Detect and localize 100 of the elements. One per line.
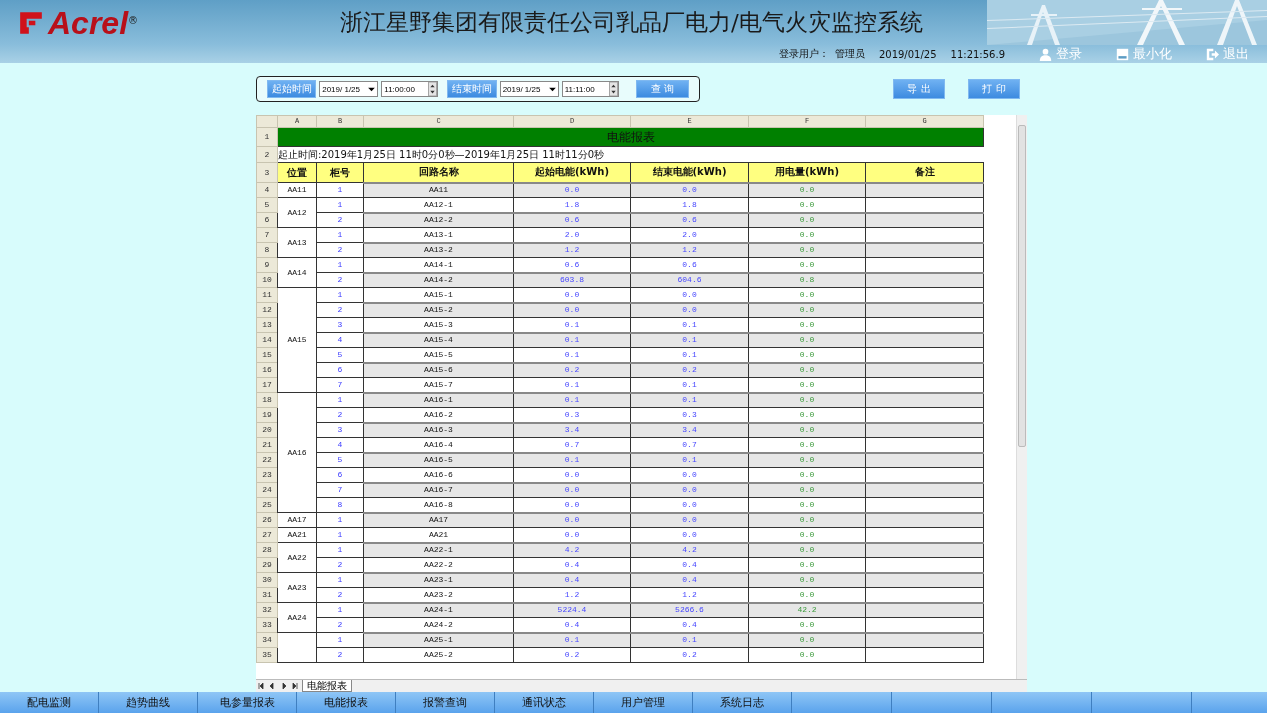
table-cell: 5266.6 bbox=[630, 602, 749, 618]
table-cell: AA22-1 bbox=[363, 542, 514, 558]
table-cell: 0.0 bbox=[748, 632, 866, 648]
corner-cell[interactable] bbox=[256, 115, 278, 128]
table-cell: 0.1 bbox=[630, 452, 749, 468]
table-cell: AA16-5 bbox=[363, 452, 514, 468]
nav-tab[interactable]: 系统日志 bbox=[693, 692, 792, 713]
nav-tab[interactable]: 用户管理 bbox=[594, 692, 693, 713]
table-cell: 0.6 bbox=[513, 212, 631, 228]
time-field[interactable]: 11:00:00 bbox=[381, 81, 439, 97]
table-cell: 0.1 bbox=[630, 332, 749, 348]
table-cell: AA15 bbox=[277, 287, 317, 393]
table-cell: AA24-1 bbox=[363, 602, 514, 618]
table-cell: 0.0 bbox=[513, 182, 631, 198]
table-cell: 0.2 bbox=[513, 362, 631, 378]
table-cell: 0.1 bbox=[630, 632, 749, 648]
table-cell: 0.0 bbox=[748, 392, 866, 408]
table-cell: AA22 bbox=[277, 542, 317, 573]
time-text: 11:21:56.9 bbox=[950, 48, 1005, 60]
table-cell: 0.1 bbox=[630, 392, 749, 408]
table-cell: AA14 bbox=[277, 257, 317, 288]
nav-tab[interactable]: 通讯状态 bbox=[495, 692, 594, 713]
time-field[interactable]: 11:11:00 bbox=[561, 81, 619, 97]
row-number: 3 bbox=[256, 162, 278, 183]
table-cell: 0.1 bbox=[513, 332, 631, 348]
period-text: 起止时间:2019年1月25日 11时0分0秒—2019年1月25日 11时11分0秒 bbox=[277, 146, 984, 163]
table-cell: 0.8 bbox=[748, 272, 866, 288]
table-cell: 603.8 bbox=[513, 272, 631, 288]
table-cell: AA23 bbox=[277, 572, 317, 603]
table-cell: AA16 bbox=[277, 392, 317, 513]
table-cell: 1.2 bbox=[513, 242, 631, 258]
sheet-navigation-icon bbox=[258, 682, 298, 690]
table-cell: 0.1 bbox=[513, 632, 631, 648]
logo-icon bbox=[18, 9, 44, 36]
table-cell: 0.6 bbox=[630, 212, 749, 228]
caret-icon bbox=[368, 86, 376, 92]
date-dropdown[interactable]: 2019/ 1/25 bbox=[319, 81, 379, 97]
table-cell: 0.0 bbox=[748, 572, 866, 588]
person-icon bbox=[1039, 47, 1052, 61]
system-title: 浙江星野集团有限责任公司乳品厂电力/电气火灾监控系统 bbox=[340, 8, 923, 37]
table-cell: 0.0 bbox=[630, 302, 749, 318]
table-cell: AA16-7 bbox=[363, 482, 514, 498]
table-cell: 42.2 bbox=[748, 602, 866, 618]
table-cell: AA17 bbox=[363, 512, 514, 528]
table-cell: 0.0 bbox=[748, 212, 866, 228]
table-cell: AA24 bbox=[277, 602, 317, 633]
user-name: 管理员 bbox=[834, 47, 865, 61]
table-cell: 3.4 bbox=[630, 422, 749, 438]
spinner-icon bbox=[428, 82, 438, 96]
registered-mark: ® bbox=[128, 14, 139, 26]
table-cell: 0.0 bbox=[748, 332, 866, 348]
table-cell: 0.0 bbox=[748, 452, 866, 468]
table-cell: AA15-4 bbox=[363, 332, 514, 348]
table-cell: 0.1 bbox=[513, 392, 631, 408]
caret-icon bbox=[548, 86, 556, 92]
table-cell: AA13-2 bbox=[363, 242, 514, 258]
table-cell: AA15-2 bbox=[363, 302, 514, 318]
table-cell: 0.0 bbox=[748, 512, 866, 528]
table-cell: 0.0 bbox=[748, 362, 866, 378]
table-cell: 0.0 bbox=[513, 302, 631, 318]
sheet-tab[interactable]: 电能报表 bbox=[302, 680, 352, 692]
table-cell: 604.6 bbox=[630, 272, 749, 288]
table-cell: 0.0 bbox=[513, 512, 631, 528]
table-cell: 0.4 bbox=[513, 572, 631, 588]
table-cell: 4.2 bbox=[630, 542, 749, 558]
table-cell: 0.0 bbox=[630, 482, 749, 498]
table-cell: 0.0 bbox=[748, 242, 866, 258]
table-cell: 0.0 bbox=[630, 182, 749, 198]
table-cell: 3.4 bbox=[513, 422, 631, 438]
table-cell: AA14-2 bbox=[363, 272, 514, 288]
table-cell: 0.0 bbox=[748, 542, 866, 558]
table-cell: AA11 bbox=[363, 182, 514, 198]
exit-icon bbox=[1206, 47, 1219, 61]
table-cell: 5224.4 bbox=[513, 602, 631, 618]
date-text: 2019/01/25 bbox=[878, 48, 937, 60]
logo-text: Acrel bbox=[48, 6, 129, 39]
table-cell: AA23-1 bbox=[363, 572, 514, 588]
table-cell: AA12-2 bbox=[363, 212, 514, 228]
table-cell: AA16-3 bbox=[363, 422, 514, 438]
table-cell: 0.0 bbox=[513, 482, 631, 498]
table-cell: AA25-1 bbox=[363, 632, 514, 648]
nav-tab[interactable]: 电参量报表 bbox=[198, 692, 297, 713]
table-cell: 0.0 bbox=[748, 302, 866, 318]
table-cell: 0.0 bbox=[748, 182, 866, 198]
table-cell: 0.1 bbox=[513, 452, 631, 468]
spinner-icon bbox=[608, 82, 618, 96]
table-cell: AA16-1 bbox=[363, 392, 514, 408]
nav-tab[interactable]: 趋势曲线 bbox=[99, 692, 198, 713]
table-cell: 4.2 bbox=[513, 542, 631, 558]
table-cell: 0.4 bbox=[630, 572, 749, 588]
table-cell: AA15-6 bbox=[363, 362, 514, 378]
table-cell: 1.2 bbox=[630, 242, 749, 258]
table-cell: 0.0 bbox=[748, 422, 866, 438]
nav-tab[interactable]: 配电监测 bbox=[0, 692, 99, 713]
nav-tab[interactable]: 报警查询 bbox=[396, 692, 495, 713]
table-cell: 0.2 bbox=[630, 362, 749, 378]
date-dropdown[interactable]: 2019/ 1/25 bbox=[499, 81, 559, 97]
table-cell: 0.0 bbox=[630, 512, 749, 528]
nav-tab[interactable]: 电能报表 bbox=[297, 692, 396, 713]
table-cell: AA12 bbox=[277, 197, 317, 228]
